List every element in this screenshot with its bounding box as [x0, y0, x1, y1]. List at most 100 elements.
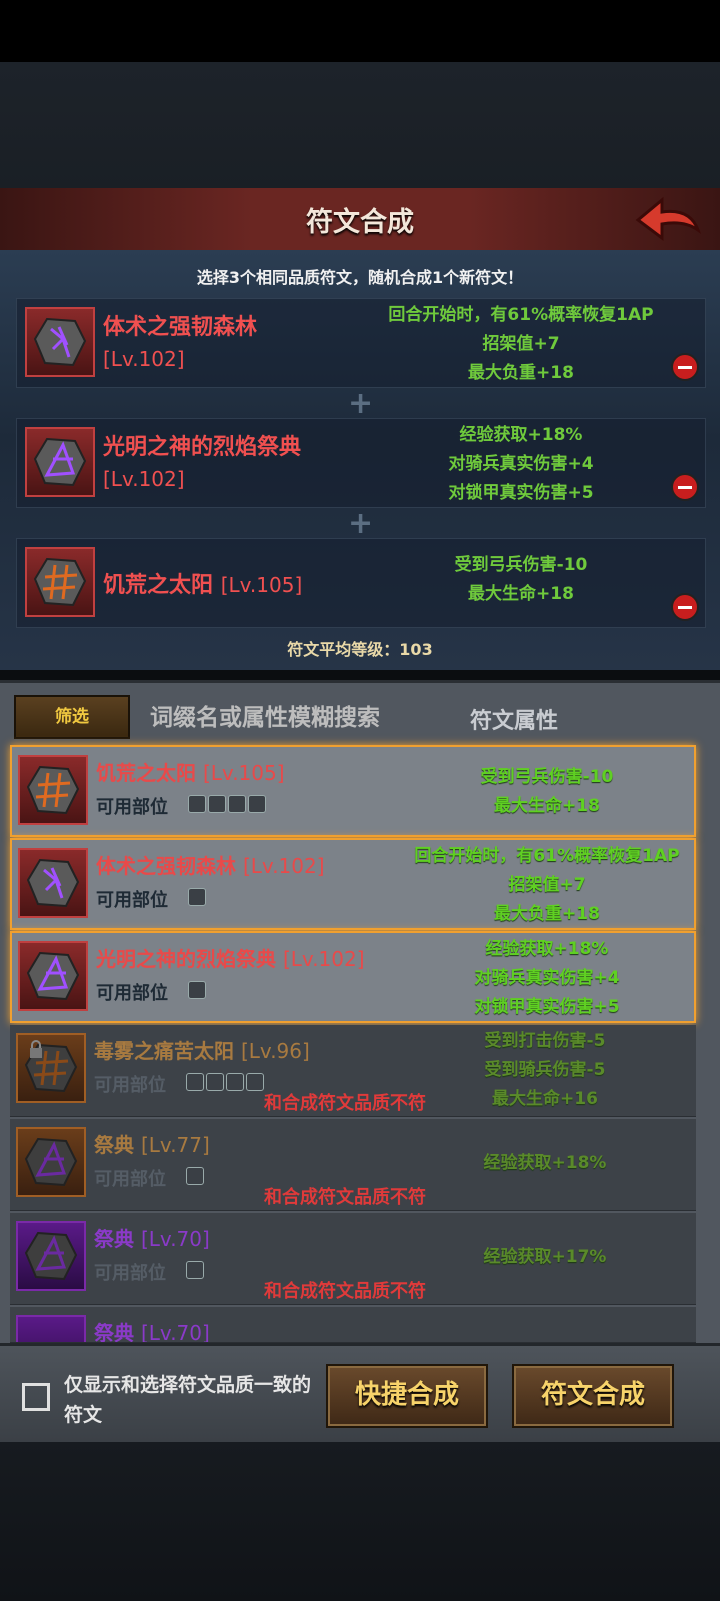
parts-label: 可用部位 — [96, 983, 168, 1004]
bottom-action-bar: 仅显示和选择符文品质一致的符文 快捷合成 符文合成 — [0, 1343, 720, 1446]
rune-level: [Lv.70] — [140, 1321, 210, 1343]
attr-line: 回合开始时，有61%概率恢复1AP — [388, 305, 654, 325]
quality-filter-checkbox[interactable] — [22, 1383, 50, 1411]
boots-icon — [188, 888, 206, 906]
back-arrow-icon[interactable] — [634, 196, 702, 242]
rune-attrs: 受到打击伤害-5 受到骑兵伤害-5 最大生命+16 — [380, 1027, 710, 1114]
filter-button[interactable]: 筛选 — [14, 695, 130, 739]
rune-icon-frame — [25, 307, 95, 377]
page-title: 符文合成 — [306, 207, 414, 238]
attr-line: 对锁甲真实伤害+5 — [448, 483, 594, 503]
rune-attrs: 经验获取+17% — [380, 1243, 710, 1272]
quality-mismatch-text: 和合成符文品质不符 — [264, 1187, 426, 1208]
parts-icons — [188, 795, 268, 815]
rune-list-item[interactable]: 体术之强韧森林 [Lv.102] 可用部位 回合开始时，有61%概率恢复1AP … — [10, 838, 696, 930]
gauntlet-icon — [186, 1073, 204, 1091]
rune-icon-frame — [16, 1033, 86, 1103]
average-level: 符文平均等级：103 — [287, 640, 433, 659]
attr-line: 经验获取+18% — [483, 1153, 607, 1173]
rune-name: 祭典 [Lv.70] — [94, 1223, 210, 1252]
forest-rune-icon — [26, 858, 80, 908]
quality-mismatch-text: 和合成符文品质不符 — [264, 1093, 426, 1114]
rune-name-text: 饥荒之太阳 — [96, 761, 196, 785]
ring-icon — [248, 795, 266, 813]
rune-name: 祭典 [Lv.70] — [94, 1317, 210, 1343]
attr-line: 经验获取+18% — [459, 425, 583, 445]
remove-slot-button[interactable] — [671, 353, 699, 381]
ritual-rune-icon — [33, 437, 87, 487]
rune-icon-frame — [25, 547, 95, 617]
rune-icon-frame — [16, 1127, 86, 1197]
parts-icons — [186, 1261, 206, 1281]
synthesis-button[interactable]: 符文合成 — [512, 1364, 674, 1428]
rune-list-item[interactable]: 毒雾之痛苦太阳 [Lv.96] 可用部位 受到打击伤害-5 受到骑兵伤害-5 最… — [10, 1025, 696, 1117]
rune-name: 毒雾之痛苦太阳 [Lv.96] — [94, 1035, 310, 1064]
boots-icon — [226, 1073, 244, 1091]
synthesis-slot-2[interactable]: 光明之神的烈焰祭典 [Lv.102] 经验获取+18% 对骑兵真实伤害+4 对锁… — [16, 418, 706, 508]
attr-line: 经验获取+18% — [485, 939, 609, 959]
helmet-icon — [208, 795, 226, 813]
rune-attrs: 回合开始时，有61%概率恢复1AP 招架值+7 最大负重+18 — [382, 842, 712, 929]
rune-name-text: 祭典 — [94, 1133, 134, 1157]
rune-name-text: 毒雾之痛苦太阳 — [94, 1039, 234, 1063]
rune-icon-frame — [18, 848, 88, 918]
attr-line: 对锁甲真实伤害+5 — [474, 997, 620, 1017]
rune-name-text: 体术之强韧森林 — [96, 854, 236, 878]
boots-icon — [228, 795, 246, 813]
attr-line: 受到打击伤害-5 — [484, 1031, 606, 1051]
attr-line: 经验获取+17% — [483, 1247, 607, 1267]
rune-level: [Lv.70] — [140, 1227, 210, 1251]
parts-icons — [188, 888, 208, 908]
rune-list-item[interactable]: 祭典 [Lv.77] 可用部位 经验获取+18% 和合成符文品质不符 — [10, 1119, 696, 1211]
forest-rune-icon — [33, 317, 87, 367]
rune-list-item[interactable]: 祭典 [Lv.70] — [10, 1307, 696, 1343]
synthesis-hint: 选择3个相同品质符文，随机合成1个新符文！ — [196, 268, 524, 287]
rune-name: 祭典 [Lv.77] — [94, 1129, 210, 1158]
synthesis-slot-3[interactable]: 饥荒之太阳 [Lv.105] 受到弓兵伤害-10 最大生命+18 — [16, 538, 706, 628]
attr-line: 招架值+7 — [508, 875, 586, 895]
slot-rune-name-text: 饥荒之太阳 — [103, 573, 214, 598]
rune-attr-tab[interactable]: 符文属性 — [470, 703, 558, 735]
parts-icons — [186, 1167, 206, 1187]
slot-rune-level: [Lv.102] — [103, 347, 185, 371]
rune-name-text: 光明之神的烈焰祭典 — [96, 947, 276, 971]
slot-rune-attrs: 回合开始时，有61%概率恢复1AP 招架值+7 最大负重+18 — [361, 301, 681, 388]
remove-slot-button[interactable] — [671, 473, 699, 501]
rune-name-text: 祭典 — [94, 1321, 134, 1343]
attr-line: 招架值+7 — [482, 334, 560, 354]
rune-level: [Lv.96] — [240, 1039, 310, 1063]
parts-label: 可用部位 — [94, 1263, 166, 1284]
rune-list-panel: 筛选 符文属性 饥荒之太阳 [Lv.105] 可用部位 受到弓兵伤害-10 最大… — [0, 680, 720, 1343]
attr-line: 最大生命+18 — [494, 796, 600, 816]
rune-list-item[interactable]: 祭典 [Lv.70] 可用部位 经验获取+17% 和合成符文品质不符 — [10, 1213, 696, 1305]
slot-rune-attrs: 受到弓兵伤害-10 最大生命+18 — [361, 551, 681, 609]
rune-icon-frame — [18, 941, 88, 1011]
sun-rune-icon — [26, 765, 80, 815]
synthesis-panel: 选择3个相同品质符文，随机合成1个新符文！ 体术之强韧森林 [Lv.102] 回… — [0, 250, 720, 670]
rune-level: [Lv.102] — [242, 854, 325, 878]
attr-line: 最大负重+18 — [494, 904, 600, 924]
quality-mismatch-text: 和合成符文品质不符 — [264, 1281, 426, 1302]
rune-attrs: 受到弓兵伤害-10 最大生命+18 — [382, 763, 712, 821]
ritual-rune-icon — [24, 1137, 78, 1187]
slot-rune-attrs: 经验获取+18% 对骑兵真实伤害+4 对锁甲真实伤害+5 — [361, 421, 681, 508]
search-input[interactable] — [148, 699, 452, 737]
quick-synthesis-button[interactable]: 快捷合成 — [326, 1364, 488, 1428]
attr-line: 最大生命+16 — [492, 1089, 598, 1109]
ritual-rune-icon — [24, 1231, 78, 1281]
attr-line: 对骑兵真实伤害+4 — [474, 968, 620, 988]
rune-list-item[interactable]: 光明之神的烈焰祭典 [Lv.102] 可用部位 经验获取+18% 对骑兵真实伤害… — [10, 931, 696, 1023]
rune-list-item[interactable]: 饥荒之太阳 [Lv.105] 可用部位 受到弓兵伤害-10 最大生命+18 — [10, 745, 696, 837]
slot-rune-name: 光明之神的烈焰祭典 — [103, 435, 302, 460]
rune-level: [Lv.77] — [140, 1133, 210, 1157]
status-bar-area — [0, 0, 720, 62]
rune-level: [Lv.105] — [202, 761, 285, 785]
remove-slot-button[interactable] — [671, 593, 699, 621]
rune-name: 体术之强韧森林 [Lv.102] — [96, 850, 325, 879]
slot-rune-level: [Lv.102] — [103, 467, 185, 491]
slot-rune-level: [Lv.105] — [220, 573, 303, 597]
synthesis-slot-1[interactable]: 体术之强韧森林 [Lv.102] 回合开始时，有61%概率恢复1AP 招架值+7… — [16, 298, 706, 388]
lock-icon — [30, 1040, 42, 1058]
parts-icons — [188, 981, 208, 1001]
sun-rune-icon — [33, 557, 87, 607]
